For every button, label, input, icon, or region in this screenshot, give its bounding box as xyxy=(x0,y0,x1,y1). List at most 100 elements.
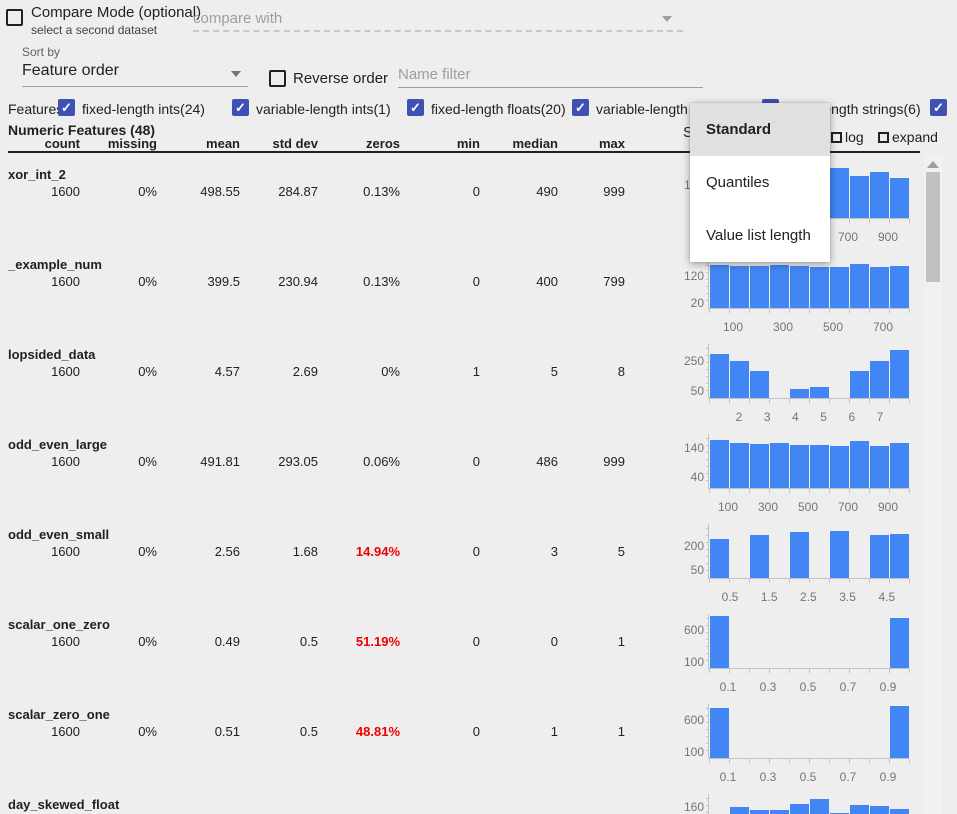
y-tick-label: 120 xyxy=(666,269,704,283)
x-axis-tick xyxy=(829,759,830,763)
sort-by-select[interactable]: Feature order xyxy=(22,62,119,80)
x-axis-tick xyxy=(769,399,770,403)
histogram-chart: 25050234567 xyxy=(0,344,957,425)
y-tick-label: 40 xyxy=(666,470,704,484)
x-axis-tick xyxy=(849,579,850,583)
sort-select-underline xyxy=(22,86,248,87)
x-tick-label: 500 xyxy=(811,320,855,334)
x-axis-tick xyxy=(869,219,870,223)
x-tick-label: 4.5 xyxy=(865,590,909,604)
x-axis-tick xyxy=(729,669,730,673)
menu-item-quantiles[interactable]: Quantiles xyxy=(690,156,830,209)
histogram-chart: 160 xyxy=(0,794,957,814)
x-axis-tick xyxy=(909,669,910,673)
histogram-bar xyxy=(750,371,769,398)
feature-type-label: fixed-length ints(24) xyxy=(82,101,205,117)
menu-item-value-list-length[interactable]: Value list length xyxy=(690,209,830,262)
x-axis-tick xyxy=(909,759,910,763)
histogram-bar xyxy=(790,445,809,488)
histogram-bar xyxy=(870,267,889,308)
y-axis-tick xyxy=(706,639,709,640)
y-axis-tick xyxy=(706,743,709,744)
histogram-bar xyxy=(870,446,889,488)
scrollbar-thumb[interactable] xyxy=(926,172,940,282)
x-axis-tick xyxy=(749,669,750,673)
y-axis-tick xyxy=(706,348,709,349)
x-axis-tick xyxy=(909,219,910,223)
chevron-down-icon[interactable] xyxy=(231,71,241,77)
compare-mode-checkbox[interactable] xyxy=(6,9,23,26)
histogram-bar xyxy=(890,706,909,758)
y-axis-tick xyxy=(706,812,709,813)
histogram-bar xyxy=(870,172,889,218)
y-axis-tick xyxy=(706,736,709,737)
feature-row: scalar_zero_one16000%0.510.548.81%011600… xyxy=(0,695,957,785)
x-axis-tick xyxy=(869,669,870,673)
x-axis-tick xyxy=(769,759,770,763)
x-axis-tick xyxy=(829,399,830,403)
x-tick-label: 0.5 xyxy=(786,770,830,784)
y-tick-label: 50 xyxy=(666,563,704,577)
x-axis-tick xyxy=(749,759,750,763)
reverse-order-checkbox[interactable] xyxy=(269,70,286,87)
x-axis-tick xyxy=(789,309,790,313)
x-axis-tick xyxy=(869,399,870,403)
sort-by-label: Sort by xyxy=(22,45,60,59)
y-tick-label: 20 xyxy=(666,296,704,310)
y-axis-tick xyxy=(706,445,709,446)
x-tick-label: 0.1 xyxy=(706,680,750,694)
y-axis-tick xyxy=(706,279,709,280)
y-tick-label: 250 xyxy=(666,354,704,368)
y-axis-tick xyxy=(706,618,709,619)
x-axis-tick xyxy=(869,579,870,583)
histogram-bar xyxy=(710,708,729,758)
x-axis-tick xyxy=(789,759,790,763)
histogram-bar xyxy=(750,810,769,814)
histogram-bar xyxy=(730,443,749,488)
feature-type-checkbox[interactable]: ✓ xyxy=(58,99,75,116)
facets-overview-app: Compare Mode (optional) select a second … xyxy=(0,0,957,814)
histogram-bar xyxy=(790,804,809,814)
x-axis-tick xyxy=(829,489,830,493)
histogram-plot xyxy=(708,434,909,489)
compare-with-underline xyxy=(193,30,683,32)
histogram-bar xyxy=(890,266,909,308)
expand-checkbox[interactable] xyxy=(878,132,889,143)
name-filter-input[interactable] xyxy=(398,64,703,88)
x-axis-tick xyxy=(809,759,810,763)
x-axis-tick xyxy=(789,489,790,493)
feature-type-checkbox[interactable]: ✓ xyxy=(407,99,424,116)
x-tick-label: 0.7 xyxy=(826,680,870,694)
y-axis-tick xyxy=(706,466,709,467)
x-tick-label: 0.7 xyxy=(826,770,870,784)
feature-type-label: fixed-length floats(20) xyxy=(431,101,566,117)
x-axis-tick xyxy=(749,489,750,493)
x-axis-tick xyxy=(769,309,770,313)
feature-type-checkbox[interactable]: ✓ xyxy=(930,99,947,116)
histogram-plot xyxy=(708,524,909,579)
x-axis-tick xyxy=(729,489,730,493)
x-axis-tick xyxy=(769,669,770,673)
feature-type-checkbox[interactable]: ✓ xyxy=(232,99,249,116)
feature-row: lopsided_data16000%4.572.690%15825050234… xyxy=(0,335,957,425)
scrollbar-up-arrow-icon[interactable] xyxy=(927,161,939,168)
log-checkbox[interactable] xyxy=(831,132,842,143)
x-tick-label: 500 xyxy=(786,500,830,514)
compare-with-select[interactable]: compare with xyxy=(193,10,282,27)
menu-item-standard[interactable]: Standard xyxy=(690,103,830,156)
log-label: log xyxy=(845,129,864,145)
x-axis-tick xyxy=(709,669,710,673)
x-axis-tick xyxy=(789,669,790,673)
y-axis-tick xyxy=(706,300,709,301)
y-axis-tick xyxy=(706,646,709,647)
histogram-bar xyxy=(810,799,829,814)
x-axis-tick xyxy=(729,579,730,583)
y-tick-label: 100 xyxy=(666,655,704,669)
feature-type-checkbox[interactable]: ✓ xyxy=(572,99,589,116)
y-tick-label: 140 xyxy=(666,441,704,455)
histogram-bar xyxy=(810,267,829,308)
x-axis-tick xyxy=(749,309,750,313)
chevron-down-icon[interactable] xyxy=(662,16,672,22)
y-tick-label: 600 xyxy=(666,623,704,637)
x-axis-tick xyxy=(849,309,850,313)
